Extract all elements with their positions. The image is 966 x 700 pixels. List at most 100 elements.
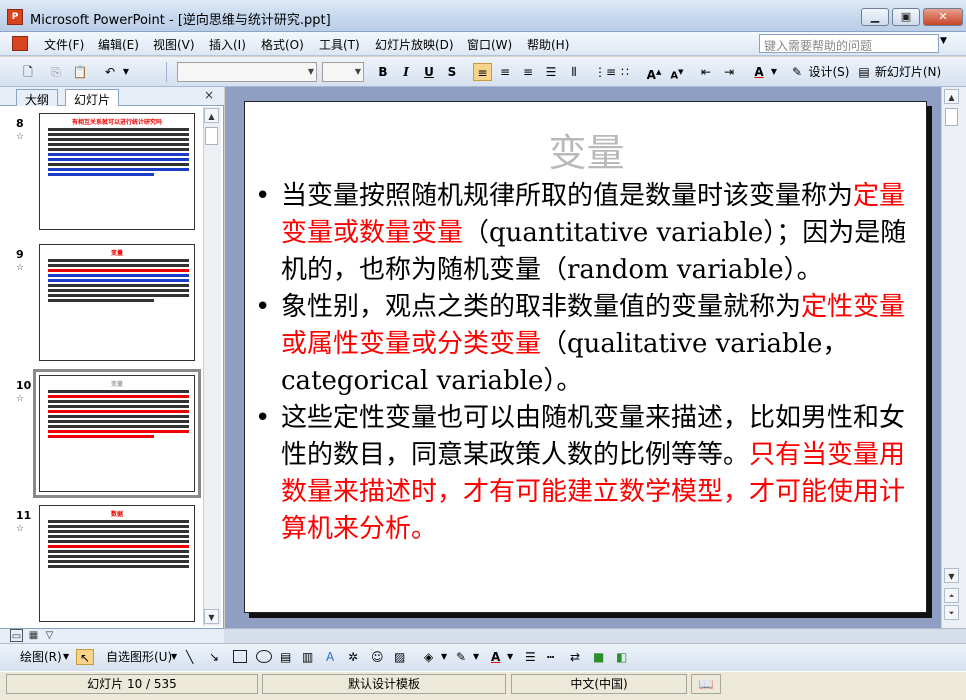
line-style-icon[interactable]: ☰ <box>525 649 536 665</box>
slide-canvas[interactable]: 变量 当变量按照随机规律所取的值是数量时该变量称为定量变量或数量变量（quant… <box>244 101 927 613</box>
draw-menu-button[interactable]: 绘图(R) <box>20 649 62 665</box>
clipart-icon[interactable]: ☺ <box>371 649 384 665</box>
bold-button[interactable]: B <box>376 63 390 81</box>
menu-view[interactable]: 视图(V) <box>153 36 195 53</box>
design-button[interactable]: 设计(S) <box>807 63 851 81</box>
menu-tools[interactable]: 工具(T) <box>319 36 360 53</box>
undo-icon[interactable]: ↶ <box>102 63 118 81</box>
tab-slides[interactable]: 幻灯片 <box>65 89 120 107</box>
draw-dropdown-icon[interactable]: ▼ <box>63 649 69 665</box>
line-color-icon[interactable]: ✎ <box>456 649 466 665</box>
3d-style-icon[interactable]: ◧ <box>616 649 627 665</box>
numbering-icon[interactable]: ⋮≡ <box>594 63 616 81</box>
wordart-icon[interactable]: A <box>326 649 334 665</box>
font-name-combo[interactable]: ▼ <box>177 62 317 82</box>
slide-thumbnail-10[interactable]: 变量 <box>33 369 201 498</box>
rectangle-tool-icon[interactable] <box>233 650 247 663</box>
font-color-dropdown-icon[interactable]: ▼ <box>507 649 513 665</box>
thumbnail-number: 8 <box>16 117 24 130</box>
picture-icon[interactable]: ▨ <box>394 649 405 665</box>
textbox-tool-icon[interactable]: ▤ <box>280 649 291 665</box>
bullets-icon[interactable]: ∷ <box>617 63 633 81</box>
decrease-font-icon[interactable]: A▼ <box>668 63 686 81</box>
increase-indent-icon[interactable]: ⇥ <box>721 63 737 81</box>
font-color-dropdown-icon[interactable]: ▼ <box>769 63 779 81</box>
paste-icon[interactable]: 📋 <box>72 63 88 81</box>
design-template-status: 默认设计模板 <box>262 674 506 694</box>
slide-scrollbar[interactable] <box>941 87 966 628</box>
oval-tool-icon[interactable] <box>256 650 272 663</box>
language-status: 中文(中国) <box>511 674 687 694</box>
scroll-down-icon[interactable]: ▼ <box>204 609 219 624</box>
slideshow-view-icon[interactable]: ▽ <box>43 629 56 642</box>
new-file-icon[interactable]: 🗋 <box>20 63 36 81</box>
next-slide-icon[interactable]: ⏷ <box>944 605 959 620</box>
scrollbar-thumb[interactable] <box>945 108 958 126</box>
menu-slideshow[interactable]: 幻灯片放映(D) <box>375 36 454 53</box>
powerpoint-app-icon[interactable]: P <box>7 9 23 25</box>
autoshapes-dropdown-icon[interactable]: ▼ <box>171 649 177 665</box>
fill-color-icon[interactable]: ◈ <box>424 649 433 665</box>
font-color-icon[interactable]: A <box>491 649 500 665</box>
justify-icon[interactable]: ☰ <box>543 63 559 81</box>
font-color-icon[interactable]: A <box>751 63 767 81</box>
slide-thumbnail-11[interactable]: 数据 <box>39 505 195 622</box>
thumbnails-scrollbar[interactable] <box>203 107 221 626</box>
copy-icon[interactable]: ⎘ <box>48 63 64 81</box>
align-right-icon[interactable]: ≡ <box>520 63 536 81</box>
underline-button[interactable]: U <box>422 63 436 81</box>
maximize-button[interactable]: ▣ <box>892 8 920 26</box>
line-tool-icon[interactable]: ╲ <box>186 649 193 665</box>
new-slide-button[interactable]: 新幻灯片(N) <box>873 63 943 81</box>
document-icon[interactable] <box>12 36 28 51</box>
menu-insert[interactable]: 插入(I) <box>209 36 246 53</box>
dash-style-icon[interactable]: ┅ <box>547 649 554 665</box>
new-slide-icon[interactable]: ▤ <box>856 63 872 81</box>
scrollbar-thumb[interactable] <box>205 127 218 145</box>
slide-sorter-icon[interactable]: ▦ <box>27 629 40 642</box>
menu-window[interactable]: 窗口(W) <box>467 36 512 53</box>
normal-view-icon[interactable]: ▭ <box>10 629 23 642</box>
align-left-icon[interactable]: ≡ <box>473 63 492 81</box>
transition-star-icon: ☆ <box>16 394 25 404</box>
decrease-indent-icon[interactable]: ⇤ <box>698 63 714 81</box>
arrow-tool-icon[interactable]: ↘ <box>209 649 219 665</box>
font-size-combo[interactable]: ▼ <box>322 62 364 82</box>
increase-font-icon[interactable]: A▲ <box>645 63 663 82</box>
menu-format[interactable]: 格式(O) <box>261 36 304 53</box>
shadow-button[interactable]: S <box>445 63 459 81</box>
design-icon[interactable]: ✎ <box>789 63 805 81</box>
slide-thumbnail-9[interactable]: 变量 <box>39 244 195 361</box>
undo-dropdown-icon[interactable]: ▼ <box>121 63 131 81</box>
scroll-down-icon[interactable]: ▼ <box>944 568 959 583</box>
align-center-icon[interactable]: ≡ <box>497 63 513 81</box>
autoshapes-button[interactable]: 自选图形(U) <box>106 649 172 665</box>
pane-close-icon[interactable]: × <box>204 88 214 102</box>
minimize-button[interactable]: ▁ <box>861 8 889 26</box>
slide-title[interactable]: 变量 <box>245 122 928 177</box>
shadow-style-icon[interactable]: ■ <box>593 649 604 665</box>
fill-color-dropdown-icon[interactable]: ▼ <box>441 649 447 665</box>
tab-outline[interactable]: 大纲 <box>16 89 59 107</box>
transition-star-icon: ☆ <box>16 132 25 142</box>
spellcheck-icon[interactable]: 📖 <box>691 674 721 694</box>
help-search-input[interactable]: 键入需要帮助的问题 <box>759 34 939 53</box>
toolbar-separator <box>166 62 167 82</box>
line-color-dropdown-icon[interactable]: ▼ <box>473 649 479 665</box>
slide-body[interactable]: 当变量按照随机规律所取的值是数量时该变量称为定量变量或数量变量（quantita… <box>255 178 920 548</box>
diagram-icon[interactable]: ✲ <box>348 649 358 665</box>
scroll-up-icon[interactable]: ▲ <box>944 89 959 104</box>
menu-edit[interactable]: 编辑(E) <box>98 36 139 53</box>
slide-thumbnail-8[interactable]: 有相互关系就可以进行统计研究吗 <box>39 113 195 230</box>
help-dropdown-icon[interactable]: ▼ <box>940 36 947 46</box>
previous-slide-icon[interactable]: ⏶ <box>944 588 959 603</box>
distribute-icon[interactable]: ⫴ <box>566 63 582 81</box>
close-button[interactable]: ✕ <box>923 8 963 26</box>
vertical-textbox-icon[interactable]: ▥ <box>302 649 313 665</box>
italic-button[interactable]: I <box>399 63 413 81</box>
menu-help[interactable]: 帮助(H) <box>527 36 569 53</box>
menu-file[interactable]: 文件(F) <box>44 36 84 53</box>
scroll-up-icon[interactable]: ▲ <box>204 108 219 123</box>
arrow-style-icon[interactable]: ⇄ <box>570 649 580 665</box>
select-pointer-icon[interactable]: ↖ <box>76 649 94 665</box>
